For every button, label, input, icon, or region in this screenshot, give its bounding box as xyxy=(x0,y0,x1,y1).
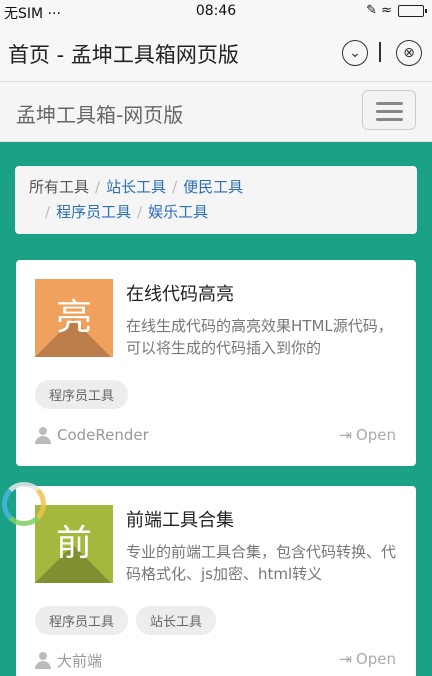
hamburger-line xyxy=(376,110,403,113)
author-name: CodeRender xyxy=(57,426,149,444)
user-icon xyxy=(35,426,51,444)
open-label: Open xyxy=(355,426,396,444)
hamburger-menu-button[interactable] xyxy=(362,90,416,130)
tag-list: 程序员工具 xyxy=(35,380,129,409)
tool-description: 专业的前端工具合集，包含代码转换、代码格式化、js加密、html转义 xyxy=(126,543,397,583)
tag-list: 程序员工具 站长工具 xyxy=(35,606,217,635)
tool-card[interactable]: 亮 在线代码高亮 在线生成代码的高亮效果HTML源代码，可以将生成的代码插入到你… xyxy=(16,260,416,466)
breadcrumb: 所有工具 / 站长工具 / 便民工具 / 程序员工具 / 娱乐工具 xyxy=(15,166,417,234)
open-label: Open xyxy=(355,650,396,668)
hamburger-line xyxy=(376,102,403,105)
tool-title[interactable]: 在线代码高亮 xyxy=(126,280,234,306)
site-brand[interactable]: 孟坤工具箱-网页版 xyxy=(16,99,183,128)
breadcrumb-item-entertainment[interactable]: 娱乐工具 xyxy=(148,203,208,221)
tool-thumbnail: 前 xyxy=(35,505,113,583)
author-name: 大前端 xyxy=(57,652,103,670)
user-icon xyxy=(35,652,51,669)
status-icons: ✎ ≈ xyxy=(366,3,427,18)
status-bar: 无SIM ··· 08:46 ✎ ≈ xyxy=(0,0,432,24)
close-icon[interactable]: ⊗ xyxy=(396,40,422,66)
sign-in-icon: ⇥ xyxy=(339,650,352,668)
hamburger-line xyxy=(376,118,403,121)
tool-description: 在线生成代码的高亮效果HTML源代码，可以将生成的代码插入到你的 xyxy=(126,317,393,357)
author: 大前端 xyxy=(35,650,102,671)
tag-webmaster[interactable]: 站长工具 xyxy=(136,606,217,635)
breadcrumb-separator: / xyxy=(95,178,101,196)
dropdown-icon[interactable]: ⌄ xyxy=(342,40,368,66)
tool-title[interactable]: 前端工具合集 xyxy=(126,506,234,532)
breadcrumb-separator: / xyxy=(45,203,51,221)
breadcrumb-item-convenience[interactable]: 便民工具 xyxy=(183,178,243,196)
breadcrumb-item-webmaster[interactable]: 站长工具 xyxy=(106,178,166,196)
thumbnail-glyph: 亮 xyxy=(55,297,92,338)
breadcrumb-separator: / xyxy=(172,178,178,196)
open-button[interactable]: ⇥ Open xyxy=(339,426,396,444)
breadcrumb-item-programmer[interactable]: 程序员工具 xyxy=(56,203,131,221)
tag-programmer[interactable]: 程序员工具 xyxy=(35,606,129,635)
breadcrumb-separator: / xyxy=(137,203,143,221)
thumbnail-glyph: 前 xyxy=(55,523,92,564)
title-bar-divider xyxy=(379,42,381,62)
signal-icons: ✎ ≈ xyxy=(366,3,392,18)
page-title: 首页 - 孟坤工具箱网页版 xyxy=(8,43,239,67)
sign-in-icon: ⇥ xyxy=(339,426,352,444)
tool-card[interactable]: 前 前端工具合集 专业的前端工具合集，包含代码转换、代码格式化、js加密、htm… xyxy=(16,486,416,676)
site-navbar: 孟坤工具箱-网页版 xyxy=(0,82,432,142)
open-button[interactable]: ⇥ Open xyxy=(339,650,396,668)
battery-icon xyxy=(398,4,427,17)
loading-spinner-icon xyxy=(2,482,46,526)
webview-title-bar: 首页 - 孟坤工具箱网页版 ⌄ ⊗ xyxy=(0,24,432,82)
author: CodeRender xyxy=(35,426,149,444)
breadcrumb-item-all[interactable]: 所有工具 xyxy=(29,178,89,196)
tag-programmer[interactable]: 程序员工具 xyxy=(35,380,129,409)
tool-thumbnail: 亮 xyxy=(35,279,113,357)
